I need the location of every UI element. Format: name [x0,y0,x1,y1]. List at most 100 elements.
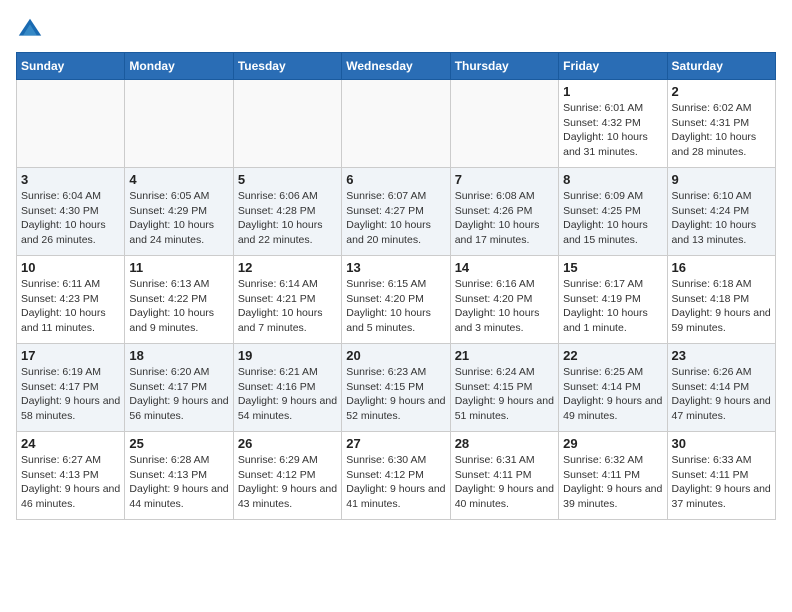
day-number: 7 [455,172,554,187]
calendar-cell: 30 Sunrise: 6:33 AM Sunset: 4:11 PM Dayli… [667,432,775,520]
calendar-cell: 14 Sunrise: 6:16 AM Sunset: 4:20 PM Dayli… [450,256,558,344]
day-info: Sunrise: 6:20 AM Sunset: 4:17 PM Dayligh… [129,365,228,424]
day-info: Sunrise: 6:10 AM Sunset: 4:24 PM Dayligh… [672,189,771,248]
calendar-cell: 13Sunrise: 6:15 AM Sunset: 4:20 PM Dayli… [342,256,450,344]
day-number: 10 [21,260,120,275]
calendar-cell: 26 Sunrise: 6:29 AM Sunset: 4:12 PM Dayli… [233,432,341,520]
day-info: Sunrise: 6:17 AM Sunset: 4:19 PM Dayligh… [563,277,662,336]
day-info: Sunrise: 6:09 AM Sunset: 4:25 PM Dayligh… [563,189,662,248]
calendar-cell: 16 Sunrise: 6:18 AM Sunset: 4:18 PM Dayli… [667,256,775,344]
day-info: Sunrise: 6:02 AM Sunset: 4:31 PM Dayligh… [672,101,771,160]
day-info: Sunrise: 6:19 AM Sunset: 4:17 PM Dayligh… [21,365,120,424]
calendar-cell [233,80,341,168]
calendar-cell [17,80,125,168]
calendar-cell: 8 Sunrise: 6:09 AM Sunset: 4:25 PM Daylig… [559,168,667,256]
calendar-cell: 5 Sunrise: 6:06 AM Sunset: 4:28 PM Daylig… [233,168,341,256]
calendar-cell: 3 Sunrise: 6:04 AM Sunset: 4:30 PM Daylig… [17,168,125,256]
day-info: Sunrise: 6:30 AM Sunset: 4:12 PM Dayligh… [346,453,445,512]
day-number: 29 [563,436,662,451]
day-info: Sunrise: 6:05 AM Sunset: 4:29 PM Dayligh… [129,189,228,248]
day-info: Sunrise: 6:29 AM Sunset: 4:12 PM Dayligh… [238,453,337,512]
calendar-cell: 23 Sunrise: 6:26 AM Sunset: 4:14 PM Dayli… [667,344,775,432]
day-number: 18 [129,348,228,363]
calendar-cell: 10 Sunrise: 6:11 AM Sunset: 4:23 PM Dayli… [17,256,125,344]
header-row: SundayMondayTuesdayWednesdayThursdayFrid… [17,53,776,80]
calendar-cell: 2Sunrise: 6:02 AM Sunset: 4:31 PM Daylig… [667,80,775,168]
logo [16,16,48,44]
day-number: 21 [455,348,554,363]
day-number: 9 [672,172,771,187]
calendar-cell: 24 Sunrise: 6:27 AM Sunset: 4:13 PM Dayli… [17,432,125,520]
calendar-cell [125,80,233,168]
day-number: 28 [455,436,554,451]
calendar-cell: 27 Sunrise: 6:30 AM Sunset: 4:12 PM Dayli… [342,432,450,520]
day-number: 14 [455,260,554,275]
header-cell-friday: Friday [559,53,667,80]
day-number: 1 [563,84,662,99]
header-cell-thursday: Thursday [450,53,558,80]
calendar-cell: 19Sunrise: 6:21 AM Sunset: 4:16 PM Dayli… [233,344,341,432]
day-info: Sunrise: 6:04 AM Sunset: 4:30 PM Dayligh… [21,189,120,248]
day-info: Sunrise: 6:13 AM Sunset: 4:22 PM Dayligh… [129,277,228,336]
day-number: 25 [129,436,228,451]
page-header [16,16,776,44]
calendar-cell: 4 Sunrise: 6:05 AM Sunset: 4:29 PM Daylig… [125,168,233,256]
day-number: 6 [346,172,445,187]
week-row-5: 24 Sunrise: 6:27 AM Sunset: 4:13 PM Dayli… [17,432,776,520]
day-info: Sunrise: 6:16 AM Sunset: 4:20 PM Dayligh… [455,277,554,336]
calendar-cell [450,80,558,168]
calendar-cell: 6 Sunrise: 6:07 AM Sunset: 4:27 PM Daylig… [342,168,450,256]
calendar-cell: 7 Sunrise: 6:08 AM Sunset: 4:26 PM Daylig… [450,168,558,256]
header-cell-sunday: Sunday [17,53,125,80]
day-info: Sunrise: 6:31 AM Sunset: 4:11 PM Dayligh… [455,453,554,512]
day-info: Sunrise: 6:21 AM Sunset: 4:16 PM Dayligh… [238,365,337,424]
calendar-cell [342,80,450,168]
day-number: 20 [346,348,445,363]
day-number: 23 [672,348,771,363]
calendar-cell: 9 Sunrise: 6:10 AM Sunset: 4:24 PM Daylig… [667,168,775,256]
calendar-cell: 25 Sunrise: 6:28 AM Sunset: 4:13 PM Dayli… [125,432,233,520]
header-cell-saturday: Saturday [667,53,775,80]
day-info: Sunrise: 6:26 AM Sunset: 4:14 PM Dayligh… [672,365,771,424]
calendar-cell: 15 Sunrise: 6:17 AM Sunset: 4:19 PM Dayli… [559,256,667,344]
header-cell-monday: Monday [125,53,233,80]
calendar-cell: 20Sunrise: 6:23 AM Sunset: 4:15 PM Dayli… [342,344,450,432]
day-number: 17 [21,348,120,363]
day-number: 24 [21,436,120,451]
week-row-4: 17 Sunrise: 6:19 AM Sunset: 4:17 PM Dayli… [17,344,776,432]
calendar-cell: 11Sunrise: 6:13 AM Sunset: 4:22 PM Dayli… [125,256,233,344]
day-number: 27 [346,436,445,451]
day-info: Sunrise: 6:32 AM Sunset: 4:11 PM Dayligh… [563,453,662,512]
day-number: 13 [346,260,445,275]
day-info: Sunrise: 6:27 AM Sunset: 4:13 PM Dayligh… [21,453,120,512]
calendar-cell: 12 Sunrise: 6:14 AM Sunset: 4:21 PM Dayli… [233,256,341,344]
week-row-2: 3 Sunrise: 6:04 AM Sunset: 4:30 PM Daylig… [17,168,776,256]
day-number: 16 [672,260,771,275]
header-cell-tuesday: Tuesday [233,53,341,80]
calendar-cell: 21Sunrise: 6:24 AM Sunset: 4:15 PM Dayli… [450,344,558,432]
calendar-cell: 17 Sunrise: 6:19 AM Sunset: 4:17 PM Dayli… [17,344,125,432]
day-number: 12 [238,260,337,275]
day-number: 26 [238,436,337,451]
day-number: 8 [563,172,662,187]
day-info: Sunrise: 6:06 AM Sunset: 4:28 PM Dayligh… [238,189,337,248]
day-number: 15 [563,260,662,275]
day-info: Sunrise: 6:08 AM Sunset: 4:26 PM Dayligh… [455,189,554,248]
day-info: Sunrise: 6:33 AM Sunset: 4:11 PM Dayligh… [672,453,771,512]
week-row-3: 10 Sunrise: 6:11 AM Sunset: 4:23 PM Dayli… [17,256,776,344]
day-info: Sunrise: 6:01 AM Sunset: 4:32 PM Dayligh… [563,101,662,160]
day-info: Sunrise: 6:18 AM Sunset: 4:18 PM Dayligh… [672,277,771,336]
calendar-cell: 28 Sunrise: 6:31 AM Sunset: 4:11 PM Dayli… [450,432,558,520]
calendar-table: SundayMondayTuesdayWednesdayThursdayFrid… [16,52,776,520]
day-info: Sunrise: 6:14 AM Sunset: 4:21 PM Dayligh… [238,277,337,336]
day-number: 4 [129,172,228,187]
day-info: Sunrise: 6:28 AM Sunset: 4:13 PM Dayligh… [129,453,228,512]
week-row-1: 1 Sunrise: 6:01 AM Sunset: 4:32 PM Daylig… [17,80,776,168]
day-info: Sunrise: 6:11 AM Sunset: 4:23 PM Dayligh… [21,277,120,336]
day-number: 22 [563,348,662,363]
day-info: Sunrise: 6:25 AM Sunset: 4:14 PM Dayligh… [563,365,662,424]
day-number: 3 [21,172,120,187]
day-number: 5 [238,172,337,187]
day-number: 30 [672,436,771,451]
day-info: Sunrise: 6:07 AM Sunset: 4:27 PM Dayligh… [346,189,445,248]
